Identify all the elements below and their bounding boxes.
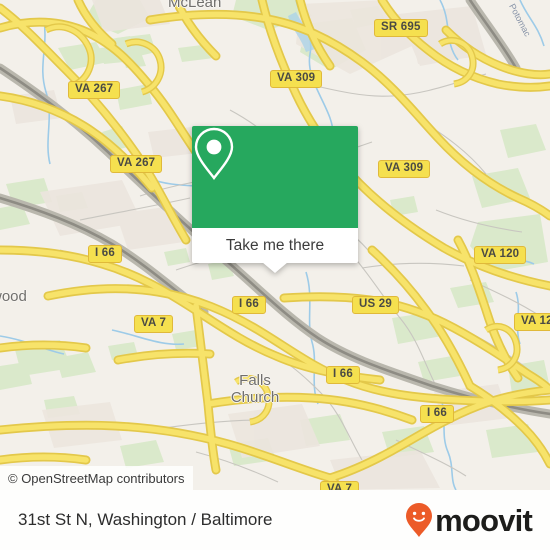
- road-shield[interactable]: I 66: [420, 405, 454, 423]
- osm-attribution-text: © OpenStreetMap contributors: [8, 470, 185, 486]
- road-shield[interactable]: VA 120: [514, 313, 550, 331]
- place-label-falls-church: Falls Church: [230, 372, 280, 406]
- place-label-wood: wood: [0, 288, 27, 305]
- road-shield[interactable]: VA 7: [320, 481, 360, 490]
- take-me-there-callout[interactable]: Take me there: [192, 126, 358, 273]
- road-shield[interactable]: VA 309: [378, 160, 431, 178]
- road-shield[interactable]: VA 267: [68, 81, 121, 99]
- moovit-logo[interactable]: moovit: [405, 502, 533, 538]
- road-shield[interactable]: I 66: [326, 366, 360, 384]
- osm-attribution[interactable]: © OpenStreetMap contributors: [0, 466, 193, 490]
- road-shield[interactable]: VA 7: [134, 315, 174, 333]
- location-title: 31st St N, Washington / Baltimore: [18, 510, 273, 529]
- callout-header: [192, 126, 358, 228]
- map-pin-icon: [194, 127, 234, 180]
- road-shield[interactable]: I 66: [232, 296, 266, 314]
- road-shield[interactable]: VA 267: [110, 155, 163, 173]
- footer-bar: 31st St N, Washington / Baltimore moovit: [0, 490, 550, 550]
- road-shield[interactable]: US 29: [352, 296, 399, 314]
- place-label-mclean: McLean: [168, 0, 222, 11]
- road-shield[interactable]: I 66: [88, 245, 122, 263]
- road-shield[interactable]: VA 309: [270, 70, 323, 88]
- take-me-there-label: Take me there: [225, 236, 325, 254]
- road-shield[interactable]: SR 695: [374, 19, 428, 37]
- callout-tail: [262, 262, 288, 273]
- take-me-there-button[interactable]: Take me there: [192, 228, 358, 263]
- moovit-pin-icon: [406, 503, 433, 537]
- moovit-wordmark: moovit: [435, 502, 533, 538]
- map-canvas[interactable]: VA 267 VA 309 SR 695 VA 267 VA 309 I 66 …: [0, 0, 550, 490]
- moovit-map-screen: VA 267 VA 309 SR 695 VA 267 VA 309 I 66 …: [0, 0, 550, 550]
- road-shield[interactable]: VA 120: [474, 246, 527, 264]
